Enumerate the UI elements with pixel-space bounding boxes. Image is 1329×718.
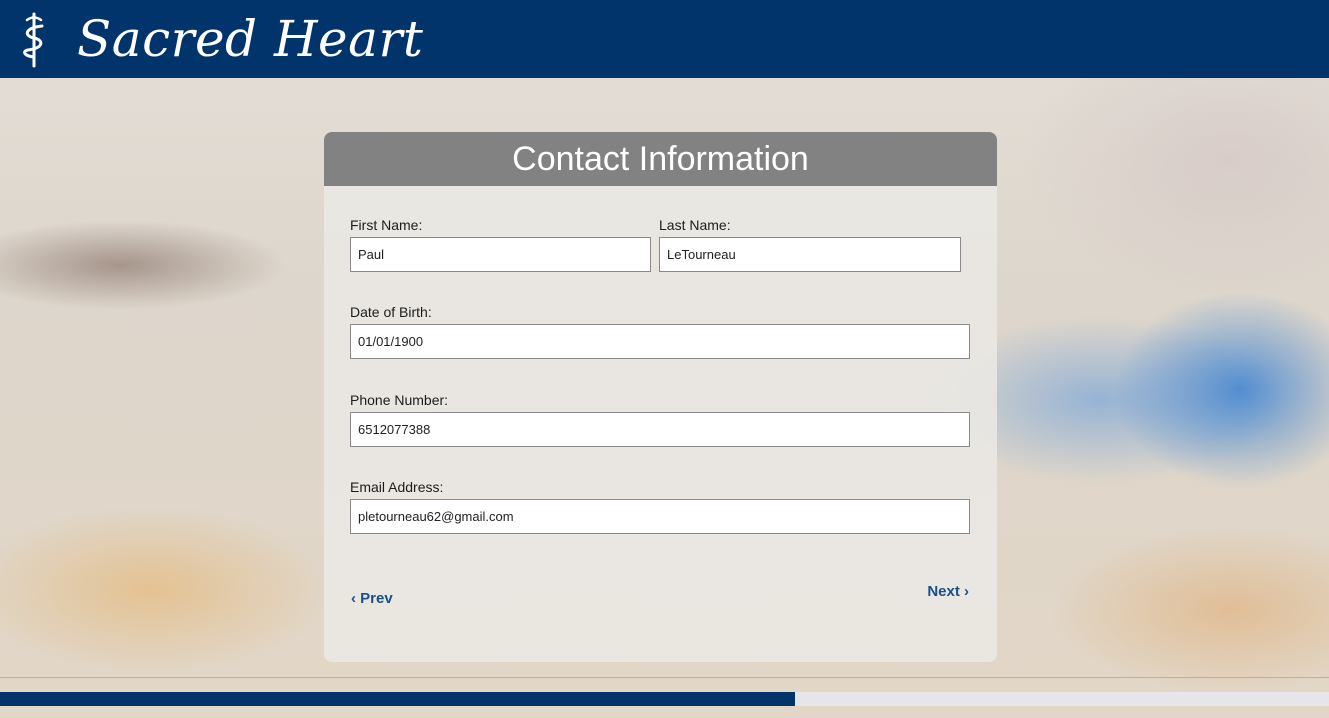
first-name-group: First Name: (350, 216, 651, 272)
prev-button[interactable]: ‹ Prev (351, 590, 393, 608)
last-name-group: Last Name: (659, 216, 961, 272)
contact-form-card: Contact Information First Name: Last Nam… (324, 132, 997, 662)
brand-title: Sacred Heart (77, 10, 424, 68)
top-bar: Sacred Heart (0, 0, 1329, 78)
first-name-input[interactable] (350, 237, 651, 272)
last-name-label: Last Name: (659, 217, 731, 233)
phone-label: Phone Number: (350, 392, 449, 408)
caduceus-icon (23, 12, 44, 68)
dob-input[interactable] (350, 324, 970, 359)
form-title: Contact Information (324, 132, 997, 186)
next-button[interactable]: Next › (927, 583, 969, 601)
email-input[interactable] (350, 499, 970, 534)
last-name-input[interactable] (659, 237, 961, 272)
email-group: Email Address: (350, 478, 970, 534)
progress-bar-fill (0, 692, 795, 706)
first-name-label: First Name: (350, 217, 423, 233)
footer-divider (0, 677, 1329, 678)
dob-label: Date of Birth: (350, 304, 432, 320)
phone-group: Phone Number: (350, 391, 970, 447)
dob-group: Date of Birth: (350, 303, 970, 359)
progress-bar (0, 692, 1329, 706)
email-label: Email Address: (350, 479, 444, 495)
phone-input[interactable] (350, 412, 970, 447)
